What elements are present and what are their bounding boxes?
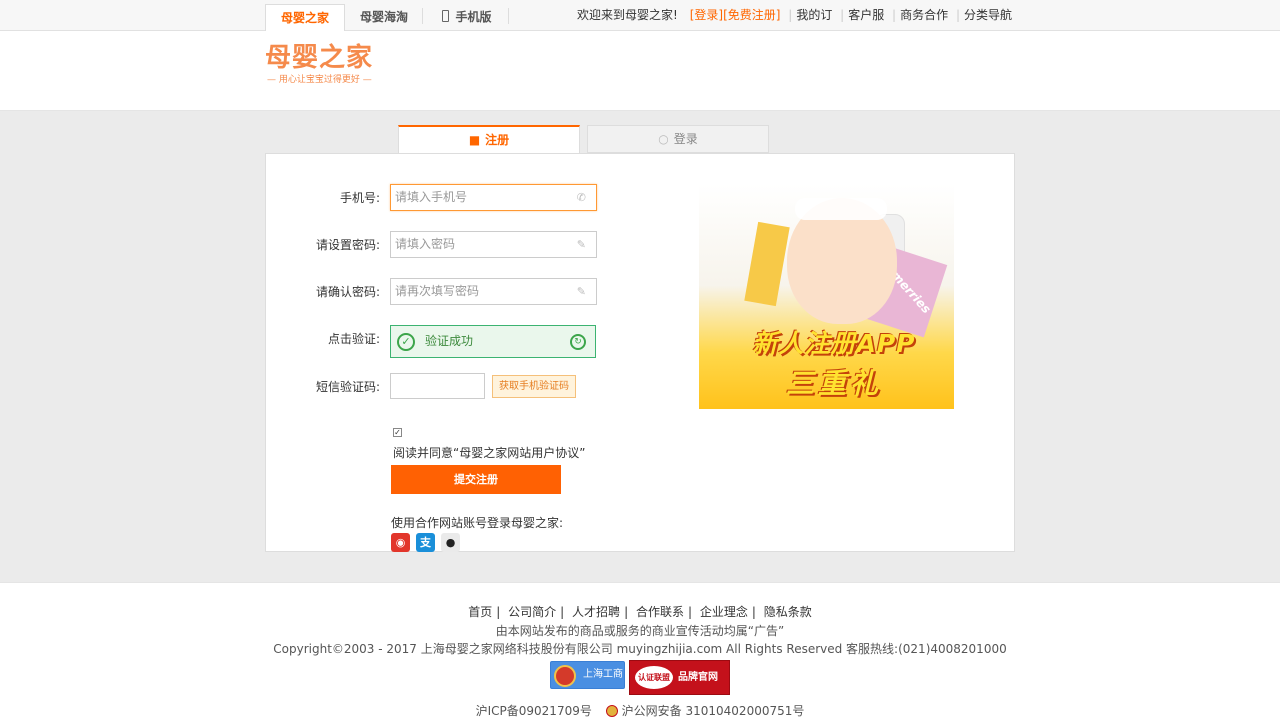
- check-circle-icon: ✓: [397, 333, 415, 351]
- phone-icon: ✆: [576, 191, 586, 204]
- icp-info: 沪ICP备09021709号 沪公网安备 31010402000751号: [0, 702, 1280, 719]
- user-outline-icon: ○: [658, 132, 669, 146]
- footer-link-privacy[interactable]: 隐私条款: [764, 605, 812, 619]
- copyright: Copyright©2003 - 2017 上海母婴之家网络科技股份有限公司 m…: [273, 642, 1007, 656]
- footer-links: 首页 | 公司简介 | 人才招聘 | 合作联系 | 企业理念 | 隐私条款: [468, 605, 812, 619]
- phone-label: 手机号:: [339, 191, 380, 205]
- submit-register-button[interactable]: 提交注册: [391, 465, 561, 494]
- sms-code-input[interactable]: [390, 373, 485, 399]
- footer-link-home[interactable]: 首页: [468, 605, 492, 619]
- site-footer: 首页 | 公司简介 | 人才招聘 | 合作联系 | 企业理念 | 隐私条款 由本网站发布的…: [0, 582, 1280, 722]
- promo-banner[interactable]: merries 新人注册APP 三重礼: [699, 184, 954, 409]
- top-bar: 母婴之家 母婴海淘 手机版 欢迎来到母婴之家! [登录][免费注册] | 我的订 …: [0, 0, 1280, 32]
- captcha-verify-box[interactable]: ✓ 验证成功 ↻: [390, 325, 596, 358]
- brand-official-badge[interactable]: 认证联盟 品牌官网: [629, 660, 730, 695]
- divider: [422, 8, 423, 24]
- business-link[interactable]: 商务合作: [900, 8, 948, 22]
- login-link[interactable]: [登录]: [690, 8, 723, 22]
- icp-number[interactable]: 沪ICP备09021709号: [476, 704, 592, 718]
- verify-label: 点击验证:: [327, 332, 380, 346]
- tab-login[interactable]: ○ 登录: [587, 125, 769, 153]
- customer-service-link[interactable]: 客户服: [848, 8, 884, 22]
- tab-register[interactable]: ■ 注册: [398, 125, 580, 153]
- alipay-icon[interactable]: 支: [416, 533, 435, 552]
- confirm-password-placeholder: 请再次填写密码: [395, 284, 480, 298]
- tab-muyingzhijia[interactable]: 母婴之家: [265, 4, 345, 32]
- password-label: 请设置密码:: [315, 238, 380, 252]
- confirm-password-label: 请确认密码:: [315, 285, 380, 299]
- tab-label: 母婴海淘: [359, 10, 408, 24]
- partner-login-text: 使用合作网站账号登录母婴之家:: [391, 516, 564, 530]
- logo[interactable]: 母婴之家 — 用心让宝宝过得更好 —: [265, 43, 381, 91]
- tab-label: 母婴之家: [280, 11, 329, 25]
- sms-code-label: 短信验证码:: [315, 380, 380, 394]
- pencil-icon: ✎: [576, 285, 586, 298]
- tab-mobile[interactable]: 手机版: [432, 4, 502, 32]
- headband-image: [795, 198, 887, 220]
- tab-login-label: 登录: [673, 132, 698, 146]
- footer-link-about[interactable]: 公司简介: [508, 605, 556, 619]
- password-placeholder: 请填入密码: [395, 237, 456, 251]
- shanghai-business-badge[interactable]: 上海工商: [550, 661, 625, 689]
- agree-checkbox[interactable]: ✓: [393, 428, 402, 437]
- password-input[interactable]: 请填入密码 ✎: [390, 231, 597, 258]
- badge-label: 上海工商: [583, 669, 623, 680]
- top-links: 欢迎来到母婴之家! [登录][免费注册] | 我的订 | 客户服 | 商务合作 | 分类…: [577, 8, 1012, 22]
- pencil-icon: ✎: [576, 238, 586, 251]
- tab-register-label: 注册: [485, 133, 510, 147]
- agree-text[interactable]: 阅读并同意“母婴之家网站用户协议”: [393, 444, 585, 461]
- phone-placeholder: 请填入手机号: [395, 190, 468, 204]
- police-record[interactable]: 沪公网安备 31010402000751号: [622, 704, 805, 718]
- refresh-icon[interactable]: ↻: [570, 334, 586, 350]
- verify-status: 验证成功: [425, 334, 474, 348]
- register-link[interactable]: [免费注册]: [723, 8, 780, 22]
- category-nav-link[interactable]: 分类导航: [964, 8, 1012, 22]
- ad-disclaimer: 由本网站发布的商品或服务的商业宣传活动均属“广告”: [495, 624, 785, 638]
- badge-label: 品牌官网: [678, 672, 718, 683]
- weibo-icon[interactable]: ◉: [391, 533, 410, 552]
- logo-text: 母婴之家: [265, 43, 374, 73]
- emblem-icon: [554, 665, 576, 687]
- my-orders-link[interactable]: 我的订: [796, 8, 832, 22]
- divider: [508, 8, 509, 24]
- footer-link-contact[interactable]: 合作联系: [636, 605, 684, 619]
- tab-label: 手机版: [455, 10, 492, 24]
- mobile-phone-icon: [442, 10, 450, 22]
- police-badge-icon: [605, 705, 618, 717]
- get-sms-code-button[interactable]: 获取手机验证码: [492, 375, 576, 398]
- welcome-text: 欢迎来到母婴之家!: [577, 8, 678, 22]
- footer-link-philosophy[interactable]: 企业理念: [700, 605, 748, 619]
- banner-subheadline: 三重礼: [785, 367, 882, 400]
- logo-tagline: — 用心让宝宝过得更好 —: [267, 75, 372, 85]
- confirm-password-input[interactable]: 请再次填写密码 ✎: [390, 278, 597, 305]
- cert-seal: 认证联盟: [633, 664, 675, 691]
- phone-input[interactable]: 请填入手机号 ✆: [390, 184, 597, 211]
- qq-icon[interactable]: ●: [441, 533, 460, 552]
- site-header: 母婴之家 — 用心让宝宝过得更好 —: [0, 31, 1280, 111]
- user-icon: ■: [468, 133, 481, 147]
- banner-headline: 新人注册APP: [752, 329, 916, 358]
- footer-link-careers[interactable]: 人才招聘: [572, 605, 620, 619]
- tab-haitao[interactable]: 母婴海淘: [350, 4, 418, 32]
